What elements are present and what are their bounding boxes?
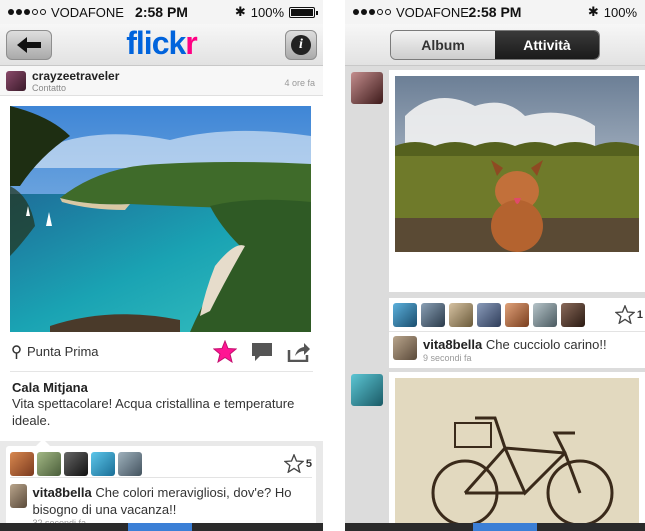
favorite-star-icon[interactable]: [213, 340, 237, 363]
carrier: VODAFONE: [8, 5, 124, 20]
photo-title: Cala Mitjana: [12, 380, 88, 395]
comment-time: 9 secondi fa: [423, 353, 472, 363]
flickr-logo: flickr: [126, 24, 198, 61]
carrier: VODAFONE: [353, 5, 469, 20]
location-pin-icon: [12, 344, 21, 359]
comment-text: vita8bella Che cucciolo carino!!: [423, 337, 607, 352]
status-bar: VODAFONE 2:58 PM ✱ 100%: [0, 0, 323, 24]
star-outline-icon: [614, 305, 635, 324]
photo-dog[interactable]: [395, 76, 639, 252]
battery-percent: 100%: [250, 4, 284, 20]
fav-avatar-1[interactable]: [10, 451, 34, 476]
comment-user[interactable]: vita8bella: [423, 337, 482, 352]
bluetooth-icon: ✱: [234, 4, 246, 19]
star-outline-icon: [283, 454, 304, 473]
bottom-bar: [345, 523, 645, 531]
fav-avatar-4[interactable]: [477, 302, 501, 327]
favorites-row[interactable]: 1: [389, 298, 645, 332]
share-icon[interactable]: [287, 342, 311, 362]
fav-avatar-2[interactable]: [421, 302, 445, 327]
post-user-relation: Contatto: [32, 82, 67, 93]
fav-avatar-4[interactable]: [91, 451, 115, 476]
location[interactable]: Punta Prima: [12, 344, 99, 359]
photo-card: Punta Prima Cala Mitjana Vita spettacola…: [0, 96, 323, 441]
battery-icon: [289, 6, 318, 18]
info-button[interactable]: i: [285, 30, 317, 60]
post-username[interactable]: crayzeetraveler: [32, 69, 119, 83]
photo-description: Vita spettacolare! Acqua cristallina e t…: [12, 396, 295, 428]
favorites-count[interactable]: 1: [614, 305, 645, 324]
battery-percent: 100%: [603, 4, 637, 20]
photo-info: Cala Mitjana Vita spettacolare! Acqua cr…: [10, 372, 313, 441]
feed-entry: [345, 372, 645, 531]
view-switcher: Album Attività: [390, 29, 600, 60]
avatar[interactable]: [351, 72, 383, 104]
photo-cala-mitjana[interactable]: [10, 106, 311, 332]
activity-panel: 5 vita8bella Che colori meravigliosi, do…: [6, 439, 316, 531]
fav-avatar-3[interactable]: [449, 302, 473, 327]
tab-activity[interactable]: Attività: [495, 30, 599, 59]
fav-avatar-1[interactable]: [393, 302, 417, 327]
feed-entry: 1 vita8bella Che cucciolo carino!! 9 sec…: [345, 70, 645, 380]
tab-album[interactable]: Album: [391, 30, 495, 59]
carrier-name: VODAFONE: [51, 4, 124, 20]
fav-avatar-2[interactable]: [37, 451, 61, 476]
feed-photo-card: [389, 70, 645, 292]
comment-text: vita8bella Che colori meravigliosi, dov'…: [32, 485, 292, 517]
favorites-count[interactable]: 5: [283, 454, 312, 473]
fav-avatar-5[interactable]: [505, 302, 529, 327]
signal-icon: [353, 9, 391, 15]
back-button[interactable]: [6, 30, 52, 60]
bottom-bar: [0, 523, 323, 531]
avatar[interactable]: [6, 70, 26, 91]
post-time: 4 ore fa: [284, 78, 315, 88]
fav-avatar-3[interactable]: [64, 451, 88, 476]
phone-activity-view: VODAFONE 2:58 PM ✱ 100% Album Attività 1…: [345, 0, 645, 531]
fav-avatar-7[interactable]: [561, 302, 585, 327]
fav-avatar-5[interactable]: [118, 451, 142, 476]
nav-bar: flickr i: [0, 24, 323, 66]
feed-photo-card: [389, 372, 645, 531]
fav-avatar-6[interactable]: [533, 302, 557, 327]
app-store-screenshot: VODAFONE 2:58 PM ✱ 100% flickr i crayzee…: [0, 0, 645, 531]
phone-photo-view: VODAFONE 2:58 PM ✱ 100% flickr i crayzee…: [0, 0, 323, 531]
comment-user[interactable]: vita8bella: [33, 485, 92, 500]
bluetooth-icon: ✱: [587, 4, 599, 19]
photo-bicycle[interactable]: [395, 378, 639, 528]
comment-item: vita8bella Che cucciolo carino!! 9 secon…: [389, 332, 645, 367]
signal-icon: [8, 9, 46, 15]
comment-item: vita8bella Che colori meravigliosi, dov'…: [10, 478, 312, 528]
feed-activity-card: 1 vita8bella Che cucciolo carino!! 9 sec…: [389, 298, 645, 368]
nav-bar: Album Attività: [345, 24, 645, 66]
info-icon: i: [291, 35, 311, 55]
back-arrow-icon: [17, 37, 41, 53]
comment-icon[interactable]: [251, 342, 273, 362]
avatar[interactable]: [351, 374, 383, 406]
post-header[interactable]: crayzeetraveler Contatto 4 ore fa: [0, 66, 323, 96]
carrier-name: VODAFONE: [396, 4, 469, 20]
favorites-row[interactable]: 5: [10, 450, 312, 478]
status-bar: VODAFONE 2:58 PM ✱ 100%: [345, 0, 645, 24]
photo-action-bar: Punta Prima: [10, 332, 313, 372]
comment-avatar[interactable]: [10, 484, 27, 508]
comment-avatar[interactable]: [393, 336, 417, 360]
location-name[interactable]: Punta Prima: [27, 344, 99, 359]
